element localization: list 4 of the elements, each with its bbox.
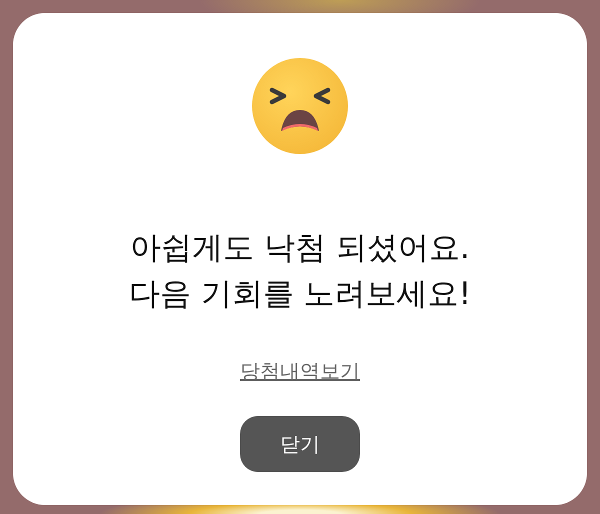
- win-history-link[interactable]: 당첨내역보기: [240, 357, 360, 385]
- result-message: 아쉽게도 낙첨 되셨어요. 다음 기회를 노려보세요!: [128, 229, 472, 314]
- close-button[interactable]: 닫기: [240, 416, 360, 472]
- frowning-face-icon: [252, 58, 348, 154]
